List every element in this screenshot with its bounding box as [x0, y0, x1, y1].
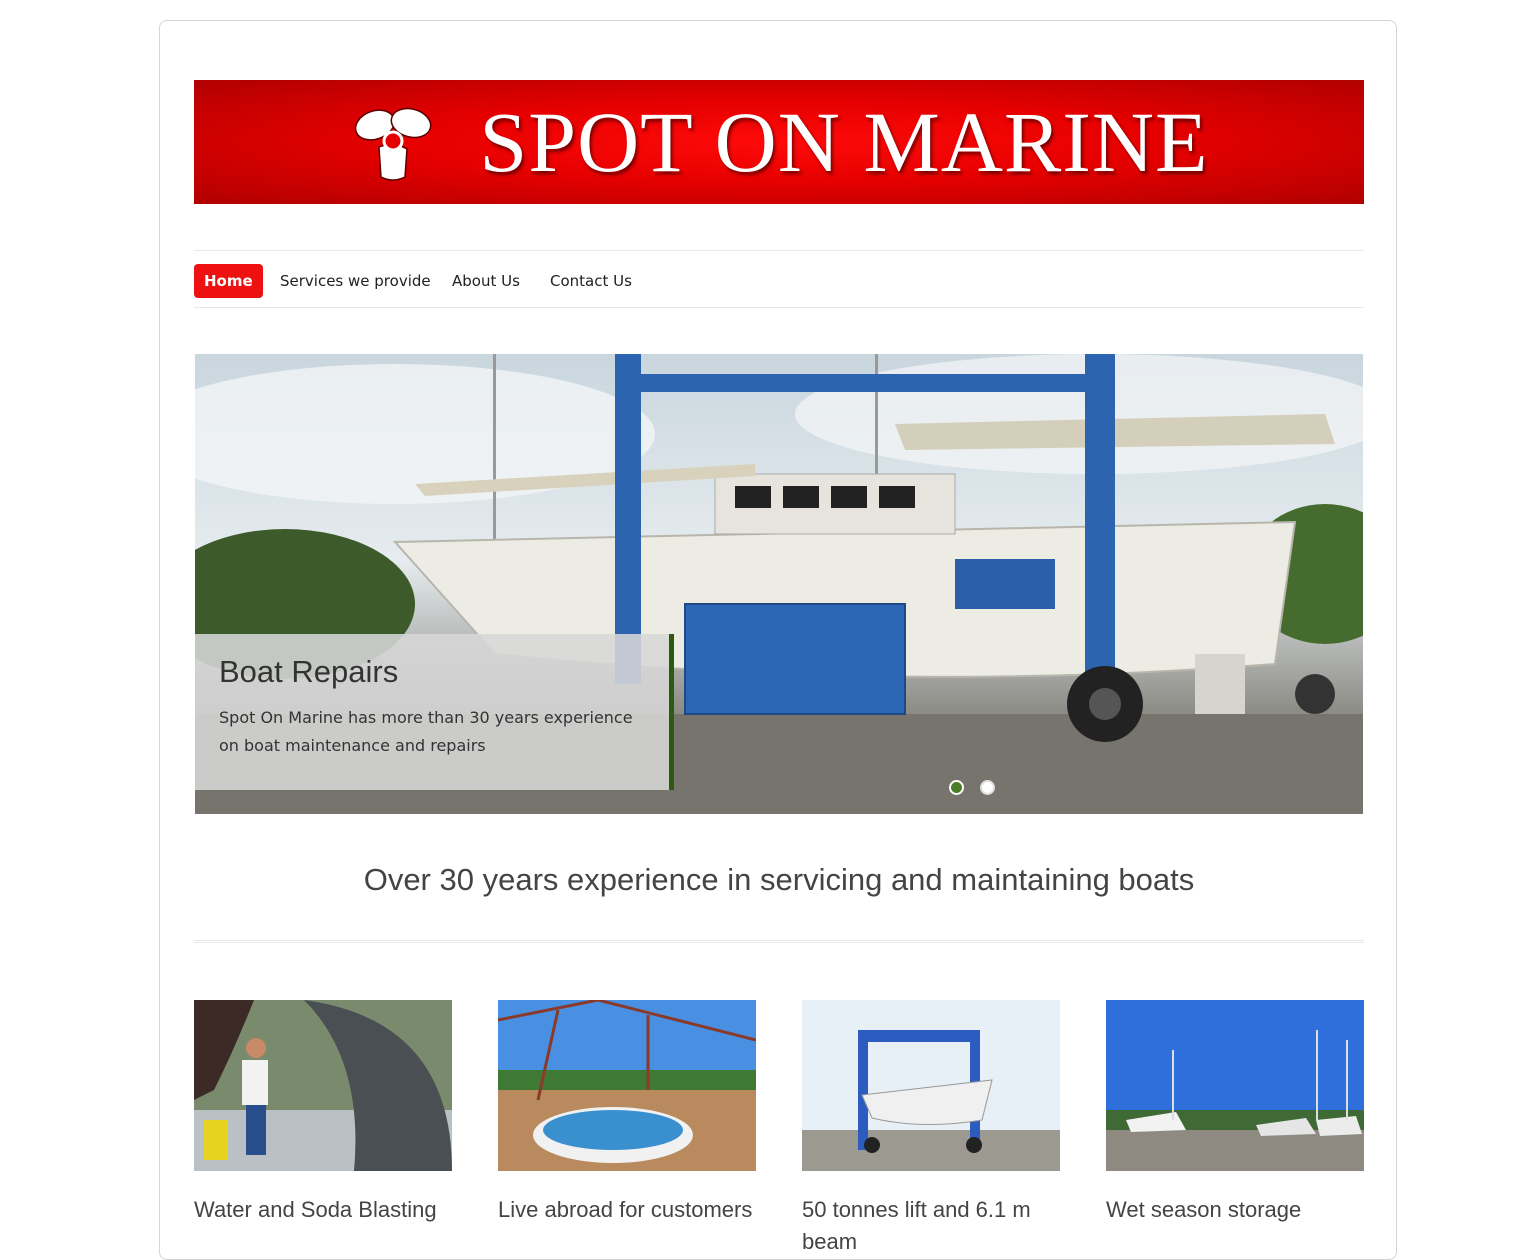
water-blasting-image [194, 1000, 452, 1171]
site-logo-banner[interactable]: SPOT ON MARINE [194, 80, 1364, 204]
propeller-icon [355, 107, 432, 181]
service-title[interactable]: Water and Soda Blasting [194, 1194, 452, 1226]
slide-caption: Boat Repairs Spot On Marine has more tha… [195, 634, 674, 790]
service-card-live-aboard[interactable]: Live abroad for customers [498, 1000, 756, 1226]
section-divider [194, 940, 1364, 943]
hero-slider[interactable]: Boat Repairs Spot On Marine has more tha… [195, 354, 1363, 814]
nav-item-home[interactable]: Home [194, 264, 263, 298]
service-card-lift[interactable]: 50 tonnes lift and 6.1 m beam [802, 1000, 1060, 1258]
live-aboard-image [498, 1000, 756, 1171]
site-title: SPOT ON MARINE [479, 94, 1209, 190]
slider-dot-2[interactable] [980, 780, 995, 795]
nav-item-contact-us[interactable]: Contact Us [540, 264, 642, 298]
slide-description: Spot On Marine has more than 30 years ex… [219, 708, 633, 755]
boat-lift-image [802, 1000, 1060, 1171]
service-card-storage[interactable]: Wet season storage [1106, 1000, 1364, 1226]
slider-dot-1[interactable] [949, 780, 964, 795]
slide-title: Boat Repairs [219, 654, 399, 689]
service-title[interactable]: Live abroad for customers [498, 1194, 756, 1226]
service-title[interactable]: 50 tonnes lift and 6.1 m beam [802, 1194, 1060, 1258]
wet-season-storage-image [1106, 1000, 1364, 1171]
main-navigation: Home Services we provide About Us Contac… [194, 250, 1364, 308]
service-title[interactable]: Wet season storage [1106, 1194, 1364, 1226]
page-tagline: Over 30 years experience in servicing an… [363, 862, 1195, 897]
nav-item-services[interactable]: Services we provide [270, 264, 441, 298]
nav-item-about-us[interactable]: About Us [442, 264, 530, 298]
service-card-water-blasting[interactable]: Water and Soda Blasting [194, 1000, 452, 1226]
